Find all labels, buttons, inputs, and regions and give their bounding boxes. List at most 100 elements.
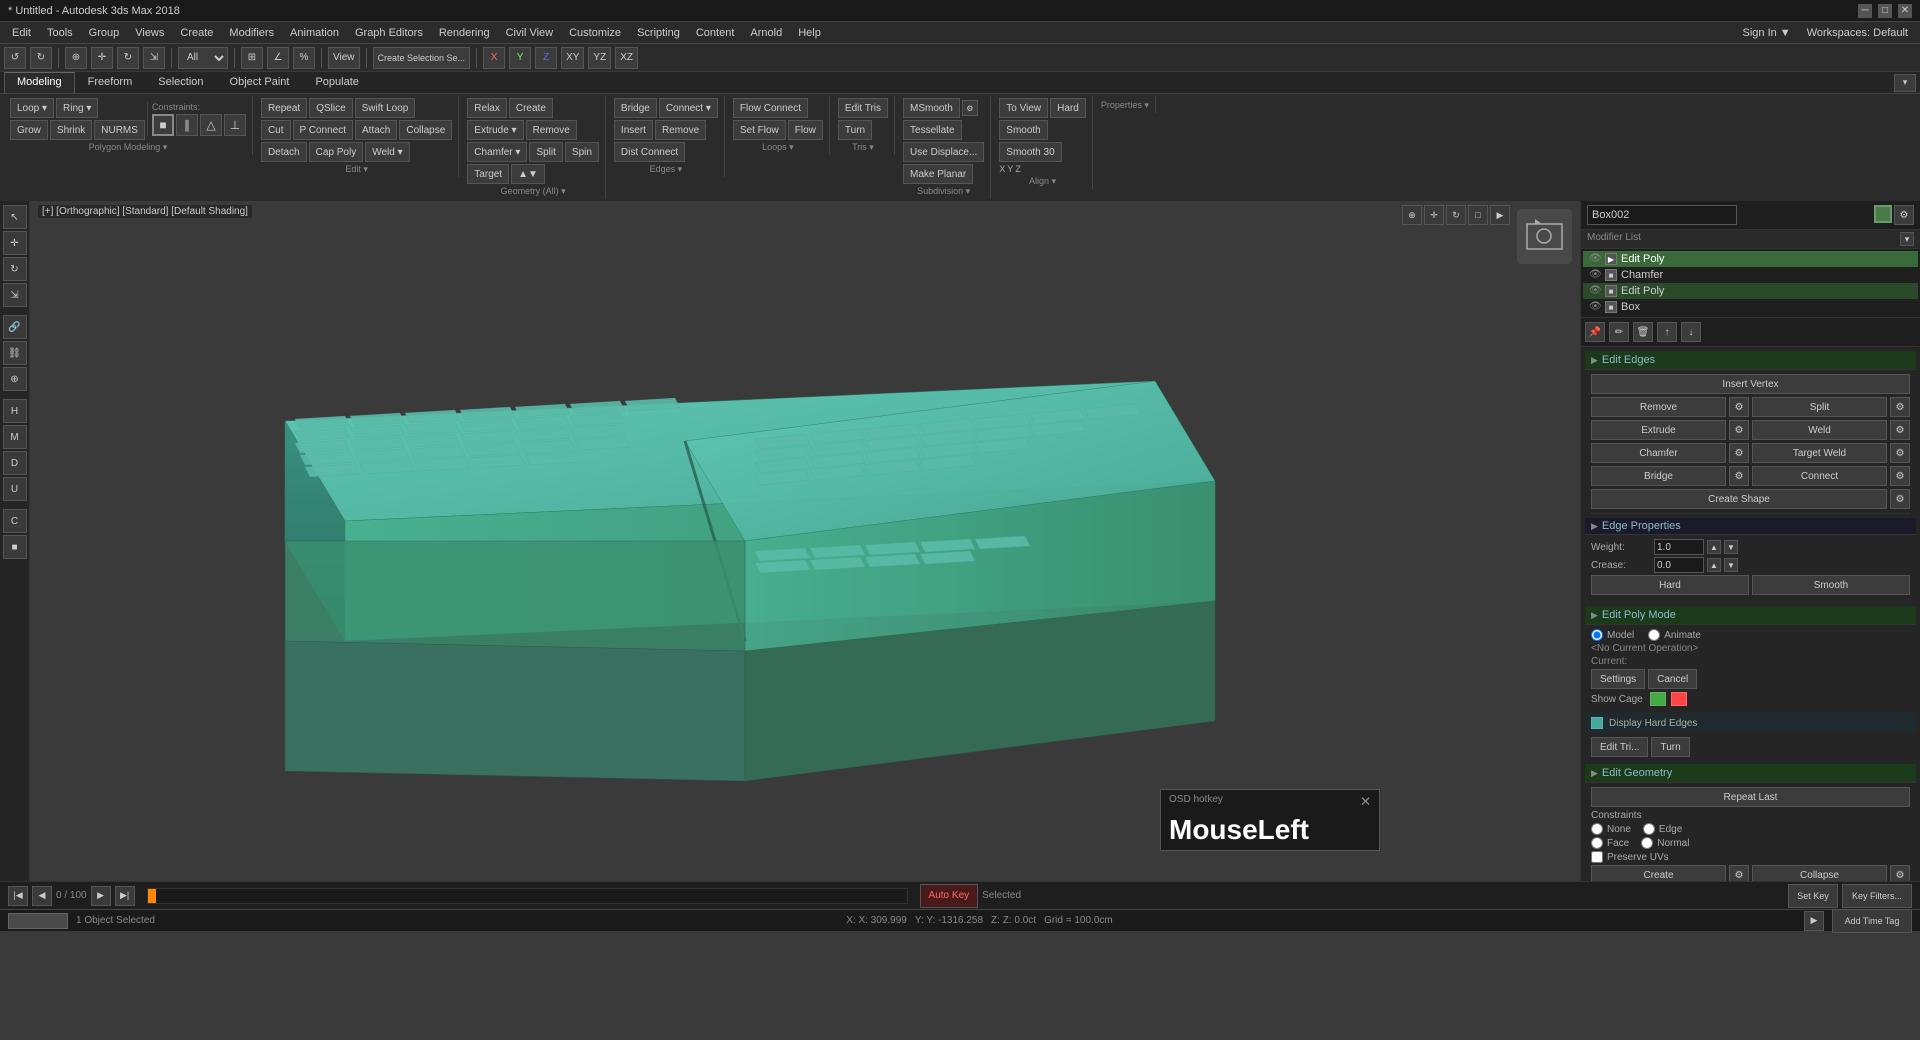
- preserve-uvs-check[interactable]: [1591, 851, 1603, 863]
- menu-tools[interactable]: Tools: [39, 25, 81, 41]
- collapse-geo-settings-btn[interactable]: ⚙: [1890, 865, 1910, 881]
- modifier-edit-poly-2[interactable]: 👁 ■ Edit Poly: [1583, 283, 1918, 299]
- maximize-button[interactable]: □: [1878, 4, 1892, 18]
- modifier-chamfer[interactable]: 👁 ■ Chamfer: [1583, 267, 1918, 283]
- edit-tri-btn[interactable]: Edit Tri...: [1591, 737, 1648, 757]
- menu-group[interactable]: Group: [81, 25, 128, 41]
- axis-yz-button[interactable]: YZ: [588, 47, 611, 69]
- hard-align-btn[interactable]: Hard: [1050, 98, 1086, 118]
- loop-button[interactable]: Loop ▾: [10, 98, 54, 118]
- ring-button[interactable]: Ring ▾: [56, 98, 98, 118]
- turn-btn-rp[interactable]: Turn: [1651, 737, 1689, 757]
- menu-help[interactable]: Help: [790, 25, 829, 41]
- target-btn[interactable]: Target: [467, 164, 509, 184]
- crease-down-btn[interactable]: ▼: [1724, 558, 1738, 572]
- lp-unlink-btn[interactable]: ⛓: [3, 341, 27, 365]
- axis-x-button[interactable]: X: [483, 47, 505, 69]
- insert-vertex-btn[interactable]: Insert Vertex: [1591, 374, 1910, 394]
- split-btn[interactable]: Split: [529, 142, 562, 162]
- collapse-button[interactable]: Collapse: [399, 120, 452, 140]
- show-cage-color1[interactable]: [1650, 692, 1666, 706]
- create-shape-btn[interactable]: Create Shape: [1591, 489, 1887, 509]
- lp-display-btn[interactable]: D: [3, 451, 27, 475]
- mod-vis-2[interactable]: 👁: [1589, 269, 1601, 281]
- chamfer-btn[interactable]: Chamfer ▾: [467, 142, 527, 162]
- face-radio[interactable]: [1591, 837, 1603, 849]
- extrude-settings-btn[interactable]: ⚙: [1729, 420, 1749, 440]
- key-filters-btn[interactable]: Key Filters...: [1842, 884, 1912, 908]
- split-settings-btn[interactable]: ⚙: [1890, 397, 1910, 417]
- cancel-btn[interactable]: Cancel: [1648, 669, 1697, 689]
- extrude-btn-rp[interactable]: Extrude: [1591, 420, 1726, 440]
- smooth-align-btn[interactable]: Smooth: [999, 120, 1047, 140]
- remove-edges-btn[interactable]: Remove: [655, 120, 706, 140]
- shrink-button[interactable]: Shrink: [50, 120, 92, 140]
- rotate-button[interactable]: ↻: [117, 47, 139, 69]
- mod-up-btn[interactable]: ↑: [1657, 322, 1677, 342]
- split-btn-rp[interactable]: Split: [1752, 397, 1887, 417]
- play-anim-btn[interactable]: ▶: [1804, 911, 1824, 931]
- weight-down-btn[interactable]: ▼: [1724, 540, 1738, 554]
- lp-create-btn[interactable]: C: [3, 509, 27, 533]
- osd-close-btn[interactable]: ✕: [1360, 794, 1371, 810]
- tab-object-paint[interactable]: Object Paint: [217, 72, 303, 93]
- vp-render-btn[interactable]: ▶: [1490, 205, 1510, 225]
- menu-edit[interactable]: Edit: [4, 25, 39, 41]
- target-weld-settings-btn[interactable]: ⚙: [1890, 443, 1910, 463]
- lp-modify-btn[interactable]: ■: [3, 535, 27, 559]
- menu-animation[interactable]: Animation: [282, 25, 347, 41]
- crease-up-btn[interactable]: ▲: [1707, 558, 1721, 572]
- constraint-normal-btn[interactable]: ⊥: [224, 114, 246, 136]
- create-btn[interactable]: Create: [509, 98, 553, 118]
- tab-freeform[interactable]: Freeform: [75, 72, 146, 93]
- normal-radio[interactable]: [1641, 837, 1653, 849]
- edit-tris-btn[interactable]: Edit Tris: [838, 98, 888, 118]
- lp-motion-btn[interactable]: M: [3, 425, 27, 449]
- obj-settings-btn[interactable]: ⚙: [1894, 205, 1914, 225]
- bridge-btn-rp[interactable]: Bridge: [1591, 466, 1726, 486]
- menu-rendering[interactable]: Rendering: [431, 25, 498, 41]
- constraint-none-btn[interactable]: ■: [152, 114, 174, 136]
- none-radio[interactable]: [1591, 823, 1603, 835]
- nurms-button[interactable]: NURMS: [94, 120, 145, 140]
- timeline-forward-btn[interactable]: ▶: [91, 886, 111, 906]
- axis-z-button[interactable]: Z: [535, 47, 557, 69]
- menu-modifiers[interactable]: Modifiers: [221, 25, 282, 41]
- lp-link-btn[interactable]: 🔗: [3, 315, 27, 339]
- crease-input[interactable]: [1654, 557, 1704, 573]
- dist-connect-btn[interactable]: Dist Connect: [614, 142, 685, 162]
- create-selection-button[interactable]: Create Selection Se...: [373, 47, 471, 69]
- close-button[interactable]: ✕: [1898, 4, 1912, 18]
- smooth-btn-rp[interactable]: Smooth: [1752, 575, 1910, 595]
- make-planar-sub-btn[interactable]: Make Planar: [903, 164, 973, 184]
- weld-button[interactable]: Weld ▾: [365, 142, 409, 162]
- vp-pan-btn[interactable]: ✛: [1424, 205, 1444, 225]
- show-cage-color2[interactable]: [1671, 692, 1687, 706]
- menu-scripting[interactable]: Scripting: [629, 25, 688, 41]
- repeat-button[interactable]: Repeat: [261, 98, 307, 118]
- connect-btn-rp[interactable]: Connect: [1752, 466, 1887, 486]
- edge-radio[interactable]: [1643, 823, 1655, 835]
- edge-properties-title[interactable]: ▶ Edge Properties: [1585, 518, 1916, 535]
- model-radio[interactable]: [1591, 629, 1603, 641]
- timeline-bar[interactable]: [147, 888, 908, 904]
- axis-xz-button[interactable]: XZ: [615, 47, 638, 69]
- redo-button[interactable]: ↻: [30, 47, 52, 69]
- menu-customize[interactable]: Customize: [561, 25, 629, 41]
- mod-vis-1[interactable]: 👁: [1589, 253, 1601, 265]
- vp-orbit-btn[interactable]: ↻: [1446, 205, 1466, 225]
- lp-move-btn[interactable]: ✛: [3, 231, 27, 255]
- viewport[interactable]: [+] [Orthographic] [Standard] [Default S…: [30, 201, 1580, 881]
- view-button[interactable]: View: [328, 47, 360, 69]
- lp-rotate-btn[interactable]: ↻: [3, 257, 27, 281]
- msmooth-btn[interactable]: MSmooth: [903, 98, 960, 118]
- cap-poly-button[interactable]: Cap Poly: [309, 142, 364, 162]
- obj-color-btn[interactable]: [1874, 205, 1892, 223]
- set-flow-btn[interactable]: Set Flow: [733, 120, 786, 140]
- menu-content[interactable]: Content: [688, 25, 743, 41]
- mod-down-btn[interactable]: ↓: [1681, 322, 1701, 342]
- scale-button[interactable]: ⇲: [143, 47, 165, 69]
- menu-arnold[interactable]: Arnold: [742, 25, 790, 41]
- lp-scale-btn[interactable]: ⇲: [3, 283, 27, 307]
- bridge-settings-btn[interactable]: ⚙: [1729, 466, 1749, 486]
